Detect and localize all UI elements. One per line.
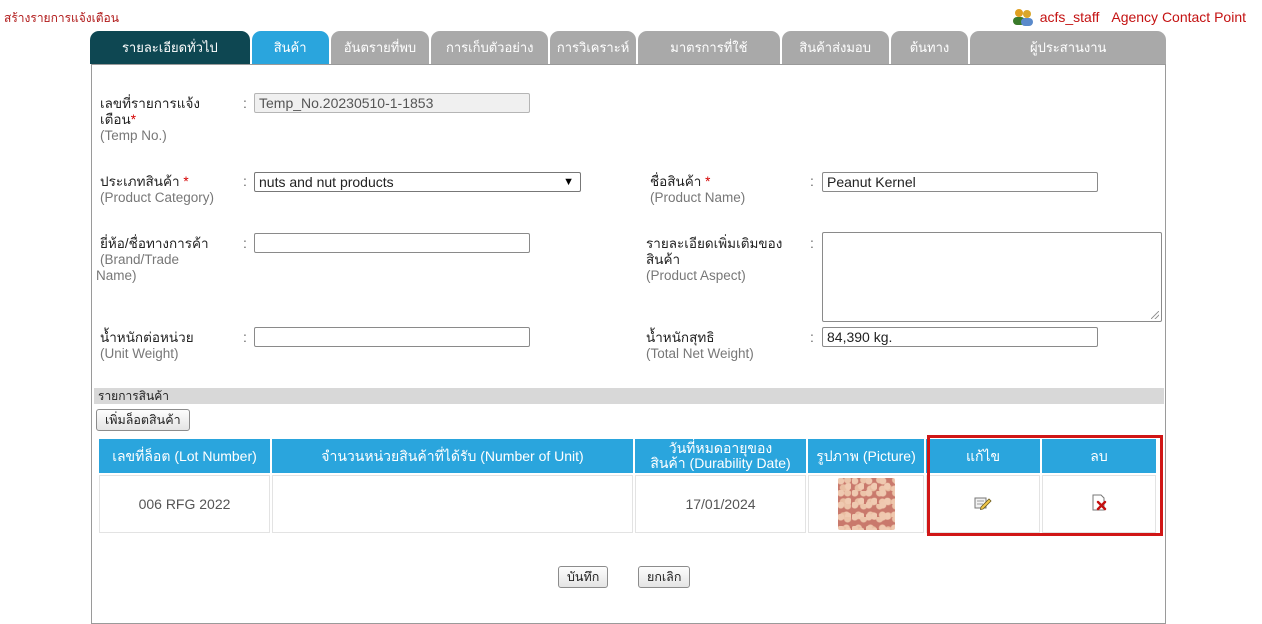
temp-no-label: เลขที่รายการแจ้ง เตือน* (Temp No.)	[100, 96, 200, 143]
edit-cell	[926, 475, 1040, 533]
colon: :	[810, 329, 814, 345]
tab-general[interactable]: รายละเอียดทั่วไป	[90, 31, 250, 64]
save-button[interactable]: บันทึก	[558, 566, 609, 588]
temp-no-field[interactable]: Temp_No.20230510-1-1853	[254, 93, 530, 113]
tab-hazard[interactable]: อันตรายที่พบ	[330, 31, 430, 64]
tab-measures[interactable]: มาตรการที่ใช้	[638, 31, 780, 64]
tab-sampling[interactable]: การเก็บตัวอย่าง	[431, 31, 549, 64]
peanut-photo[interactable]	[837, 478, 895, 530]
tab-product[interactable]: สินค้า	[251, 31, 329, 64]
net-weight-field[interactable]: 84,390 kg.	[822, 327, 1098, 347]
delete-cell	[1042, 475, 1156, 533]
product-category-label: ประเภทสินค้า * (Product Category)	[100, 174, 215, 205]
picture-cell	[808, 475, 924, 533]
colon: :	[243, 95, 247, 111]
durability-date-cell: 17/01/2024	[635, 475, 806, 533]
username[interactable]: acfs_staff	[1040, 9, 1100, 25]
tab-bar: รายละเอียดทั่วไป สินค้า อันตรายที่พบ การ…	[90, 31, 1168, 64]
product-category-select[interactable]: nuts and nut products ▼	[254, 172, 581, 192]
product-aspect-textarea[interactable]	[822, 232, 1162, 322]
unit-weight-field[interactable]	[254, 327, 530, 347]
brand-label: ยี่ห้อ/ชื่อทางการค้า (Brand/Trade Name)	[96, 236, 209, 283]
colon: :	[810, 173, 814, 189]
cancel-button[interactable]: ยกเลิก	[638, 566, 691, 588]
tab-delivered-products[interactable]: สินค้าส่งมอบ	[781, 31, 889, 64]
tab-analysis[interactable]: การวิเคราะห์	[550, 31, 636, 64]
column-header: ลบ	[1042, 439, 1156, 473]
tab-origin[interactable]: ต้นทาง	[890, 31, 969, 64]
edit-icon[interactable]	[974, 495, 992, 511]
user-info: acfs_staff Agency Contact Point	[1012, 8, 1246, 26]
colon: :	[243, 235, 247, 251]
column-header: แก้ไข	[926, 439, 1040, 473]
column-header: เลขที่ล็อต (Lot Number)	[99, 439, 270, 473]
users-icon	[1012, 9, 1033, 26]
add-lot-button[interactable]: เพิ่มล็อตสินค้า	[96, 409, 190, 431]
items-section-header: รายการสินค้า	[94, 388, 1164, 404]
column-header: วันที่หมดอายุของ สินค้า (Durability Date…	[635, 439, 806, 473]
delete-icon[interactable]	[1090, 494, 1108, 512]
lot-number-cell: 006 RFG 2022	[99, 475, 270, 533]
product-name-field[interactable]: Peanut Kernel	[822, 172, 1098, 192]
brand-field[interactable]	[254, 233, 530, 253]
table-row: 006 RFG 2022 17/01/2024	[99, 475, 1156, 533]
product-name-label: ชื่อสินค้า * (Product Name)	[650, 174, 746, 205]
colon: :	[243, 329, 247, 345]
colon: :	[243, 173, 247, 189]
colon: :	[810, 235, 814, 251]
column-header: รูปภาพ (Picture)	[808, 439, 924, 473]
net-weight-label: น้ำหนักสุทธิ (Total Net Weight)	[646, 330, 754, 361]
product-aspect-label: รายละเอียดเพิ่มเติมของ สินค้า (Product A…	[646, 236, 783, 283]
tab-coordinator[interactable]: ผู้ประสานงาน	[970, 31, 1167, 64]
page-title: สร้างรายการแจ้งเตือน	[4, 11, 119, 25]
unit-weight-label: น้ำหนักต่อหน่วย (Unit Weight)	[100, 330, 194, 361]
column-header: จำนวนหน่วยสินค้าที่ได้รับ (Number of Uni…	[272, 439, 633, 473]
items-table: เลขที่ล็อต (Lot Number) จำนวนหน่วยสินค้า…	[97, 437, 1158, 535]
units-cell	[272, 475, 633, 533]
resize-handle[interactable]	[1151, 311, 1159, 319]
chevron-down-icon: ▼	[563, 176, 574, 188]
agency-name: Agency Contact Point	[1111, 9, 1246, 25]
